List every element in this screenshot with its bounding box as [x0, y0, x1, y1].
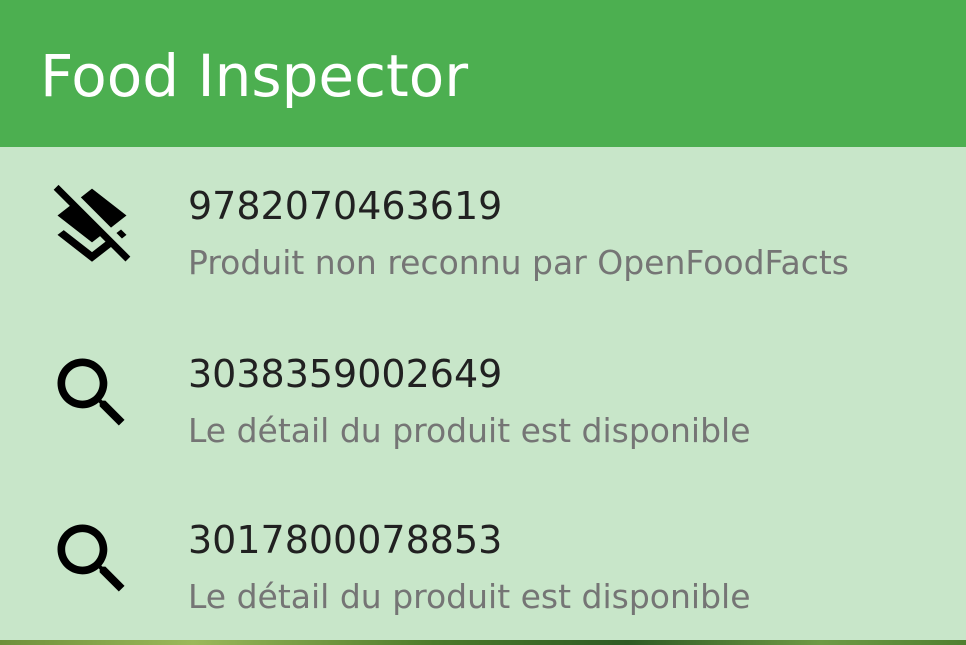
list-item[interactable]: 3038359002649 Le détail du produit est d…	[0, 315, 966, 483]
list-item[interactable]: 9782070463619 Produit non reconnu par Op…	[0, 147, 966, 315]
search-icon	[46, 513, 138, 605]
app-bar: Food Inspector	[0, 0, 966, 147]
product-status: Le détail du produit est disponible	[188, 411, 751, 450]
scan-history-list: 9782070463619 Produit non reconnu par Op…	[0, 147, 966, 640]
product-barcode: 3038359002649	[188, 352, 503, 396]
product-status: Le détail du produit est disponible	[188, 577, 751, 616]
list-item[interactable]: 3017800078853 Le détail du produit est d…	[0, 483, 966, 645]
product-status: Produit non reconnu par OpenFoodFacts	[188, 243, 849, 282]
app-title: Food Inspector	[40, 42, 469, 110]
product-barcode: 9782070463619	[188, 184, 503, 228]
layers-clear-icon	[46, 181, 138, 273]
search-icon	[46, 347, 138, 439]
app-screen: Food Inspector 9782070463619 Produit non…	[0, 0, 966, 645]
product-barcode: 3017800078853	[188, 518, 503, 562]
